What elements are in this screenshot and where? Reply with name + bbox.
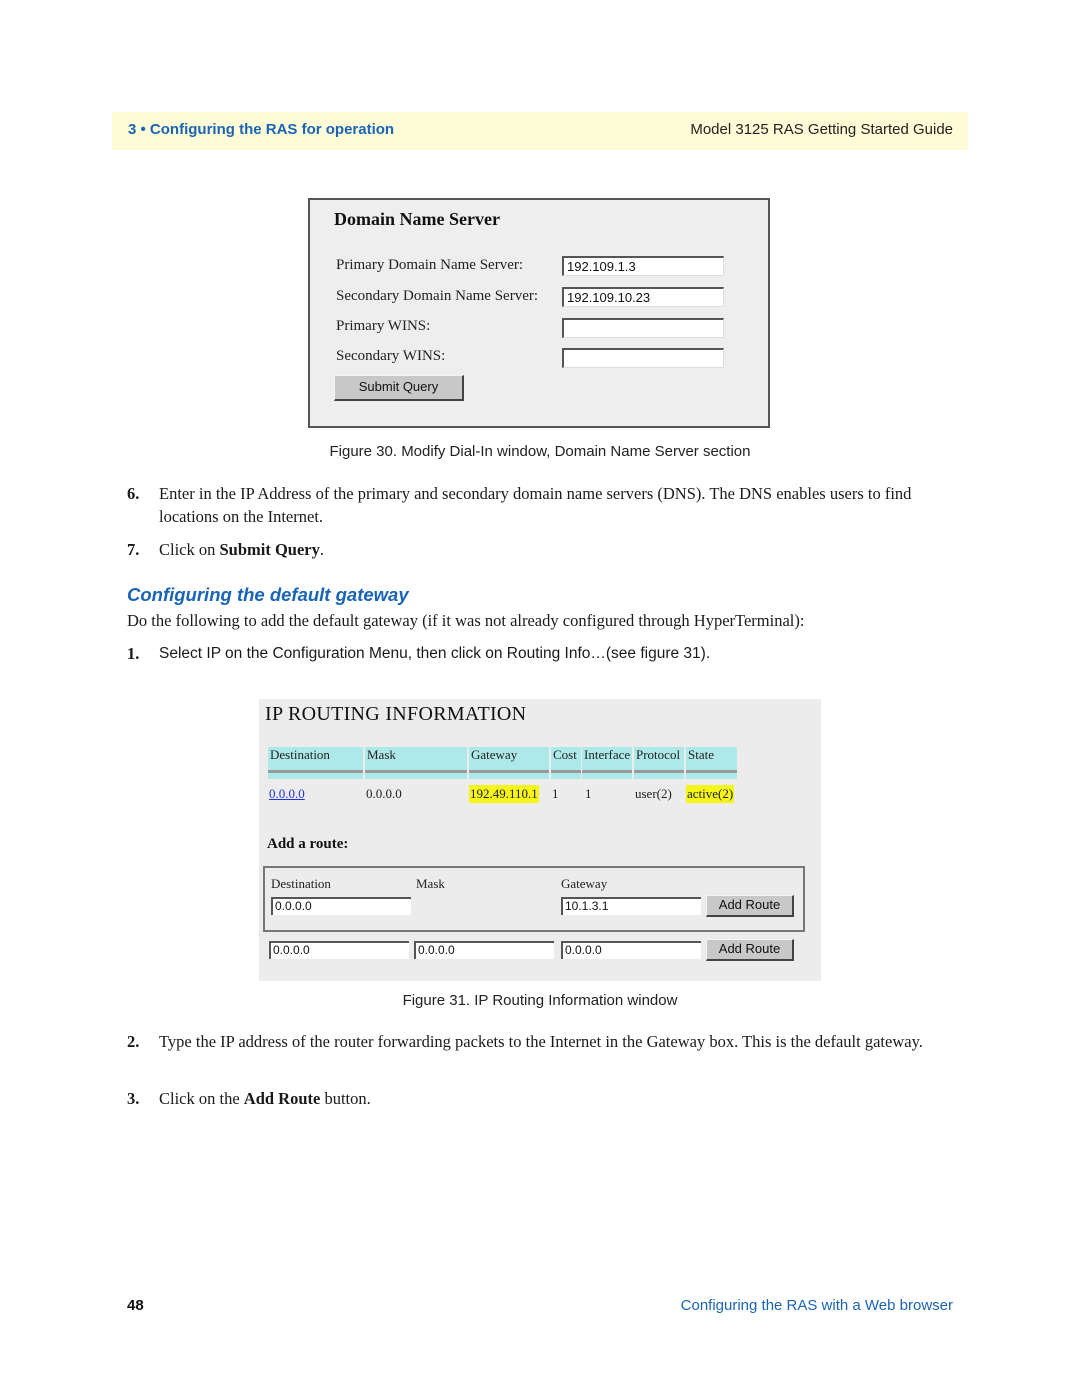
step-3: 3. Click on the Add Route button. — [0, 1087, 1080, 1111]
route-mask: 0.0.0.0 — [366, 786, 402, 801]
col-header-state: State — [686, 747, 737, 779]
submit-query-button[interactable]: Submit Query — [334, 375, 464, 401]
secondary-dns-input[interactable]: 192.109.10.23 — [562, 287, 724, 307]
destination-label: Destination — [271, 876, 331, 891]
step-text: Select IP on the Configuration Menu, the… — [159, 645, 711, 662]
col-label: Protocol — [636, 747, 681, 762]
step-text-part: button. — [320, 1089, 371, 1108]
secondary-wins-input[interactable] — [562, 348, 724, 368]
step-2: 2. Type the IP address of the router for… — [0, 1030, 1080, 1080]
step-text: Click on Submit Query. — [159, 538, 959, 561]
section-heading: Configuring the default gateway — [127, 584, 409, 605]
route-gateway: 192.49.110.1 — [469, 785, 539, 803]
col-label: Destination — [270, 747, 330, 762]
figure30-caption: Figure 30. Modify Dial-In window, Domain… — [329, 443, 751, 460]
step-text: Click on the Add Route button. — [159, 1087, 959, 1110]
col-label: Mask — [367, 747, 396, 762]
col-header-protocol: Protocol — [634, 747, 684, 779]
step-number: 6. — [127, 484, 140, 503]
add-route-form: Destination Mask Gateway 0.0.0.0 10.1.3.… — [263, 866, 805, 932]
step-text-part: Click on — [159, 540, 220, 559]
route2-mask-input[interactable]: 0.0.0.0 — [414, 941, 554, 959]
step-number: 2. — [127, 1032, 140, 1051]
route-cost: 1 — [552, 786, 559, 801]
step-bold-text: Add Route — [243, 1089, 321, 1108]
step-7: 7. Click on Submit Query. — [0, 538, 1080, 562]
primary-dns-label: Primary Domain Name Server: — [336, 257, 524, 273]
section-intro: Do the following to add the default gate… — [127, 611, 805, 630]
route2-destination-input[interactable]: 0.0.0.0 — [269, 941, 409, 959]
add-route-heading: Add a route: — [267, 836, 349, 852]
step-1: 1. Select IP on the Configuration Menu, … — [0, 642, 1080, 666]
col-header-destination: Destination — [268, 747, 363, 779]
figure31-caption: Figure 31. IP Routing Information window — [402, 992, 678, 1009]
guide-title: Model 3125 RAS Getting Started Guide — [690, 121, 953, 138]
step-text: Enter in the IP Address of the primary a… — [159, 484, 912, 526]
step-number: 1. — [127, 644, 140, 663]
route2-gateway-input[interactable]: 0.0.0.0 — [561, 941, 701, 959]
route1-gateway-input[interactable]: 10.1.3.1 — [561, 897, 701, 915]
step-text: Type the IP address of the router forwar… — [159, 1032, 923, 1051]
col-header-gateway: Gateway — [469, 747, 549, 779]
route-interface: 1 — [585, 786, 592, 801]
primary-dns-input[interactable]: 192.109.1.3 — [562, 256, 724, 276]
step-bold-text: Submit Query — [219, 540, 320, 559]
footer-section-title: Configuring the RAS with a Web browser — [680, 1297, 953, 1314]
secondary-dns-label: Secondary Domain Name Server: — [336, 288, 539, 304]
col-header-mask: Mask — [365, 747, 467, 779]
step-number: 7. — [127, 540, 140, 559]
gateway-label: Gateway — [561, 876, 608, 891]
route1-destination-input[interactable]: 0.0.0.0 — [271, 897, 411, 915]
ip-routing-window: IP ROUTING INFORMATION Destination Mask … — [259, 699, 821, 981]
route-protocol: user(2) — [635, 786, 672, 801]
chapter-title: 3 • Configuring the RAS for operation — [128, 121, 395, 138]
primary-wins-label: Primary WINS: — [336, 318, 431, 334]
ip-routing-title: IP ROUTING INFORMATION — [265, 703, 527, 725]
step-text-part: Click on the — [159, 1089, 244, 1108]
dns-title: Domain Name Server — [334, 209, 500, 229]
route-state: active(2) — [686, 785, 735, 803]
step-6: 6. Enter in the IP Address of the primar… — [0, 482, 1080, 532]
dns-window: Domain Name Server Primary Domain Name S… — [308, 198, 770, 428]
add-route-button-2[interactable]: Add Route — [706, 939, 794, 961]
col-label: Cost — [553, 747, 577, 762]
col-header-cost: Cost — [551, 747, 581, 779]
page-number: 48 — [127, 1297, 144, 1314]
col-label: Interface — [584, 747, 631, 762]
step-number: 3. — [127, 1089, 140, 1108]
add-route-button[interactable]: Add Route — [706, 895, 794, 917]
col-label: State — [688, 747, 714, 762]
mask-label: Mask — [416, 876, 445, 891]
step-text-part: . — [319, 540, 325, 559]
secondary-wins-label: Secondary WINS: — [336, 348, 446, 364]
primary-wins-input[interactable] — [562, 318, 724, 338]
col-label: Gateway — [471, 747, 518, 762]
route-destination-link[interactable]: 0.0.0.0 — [269, 785, 305, 803]
col-header-interface: Interface — [582, 747, 632, 779]
